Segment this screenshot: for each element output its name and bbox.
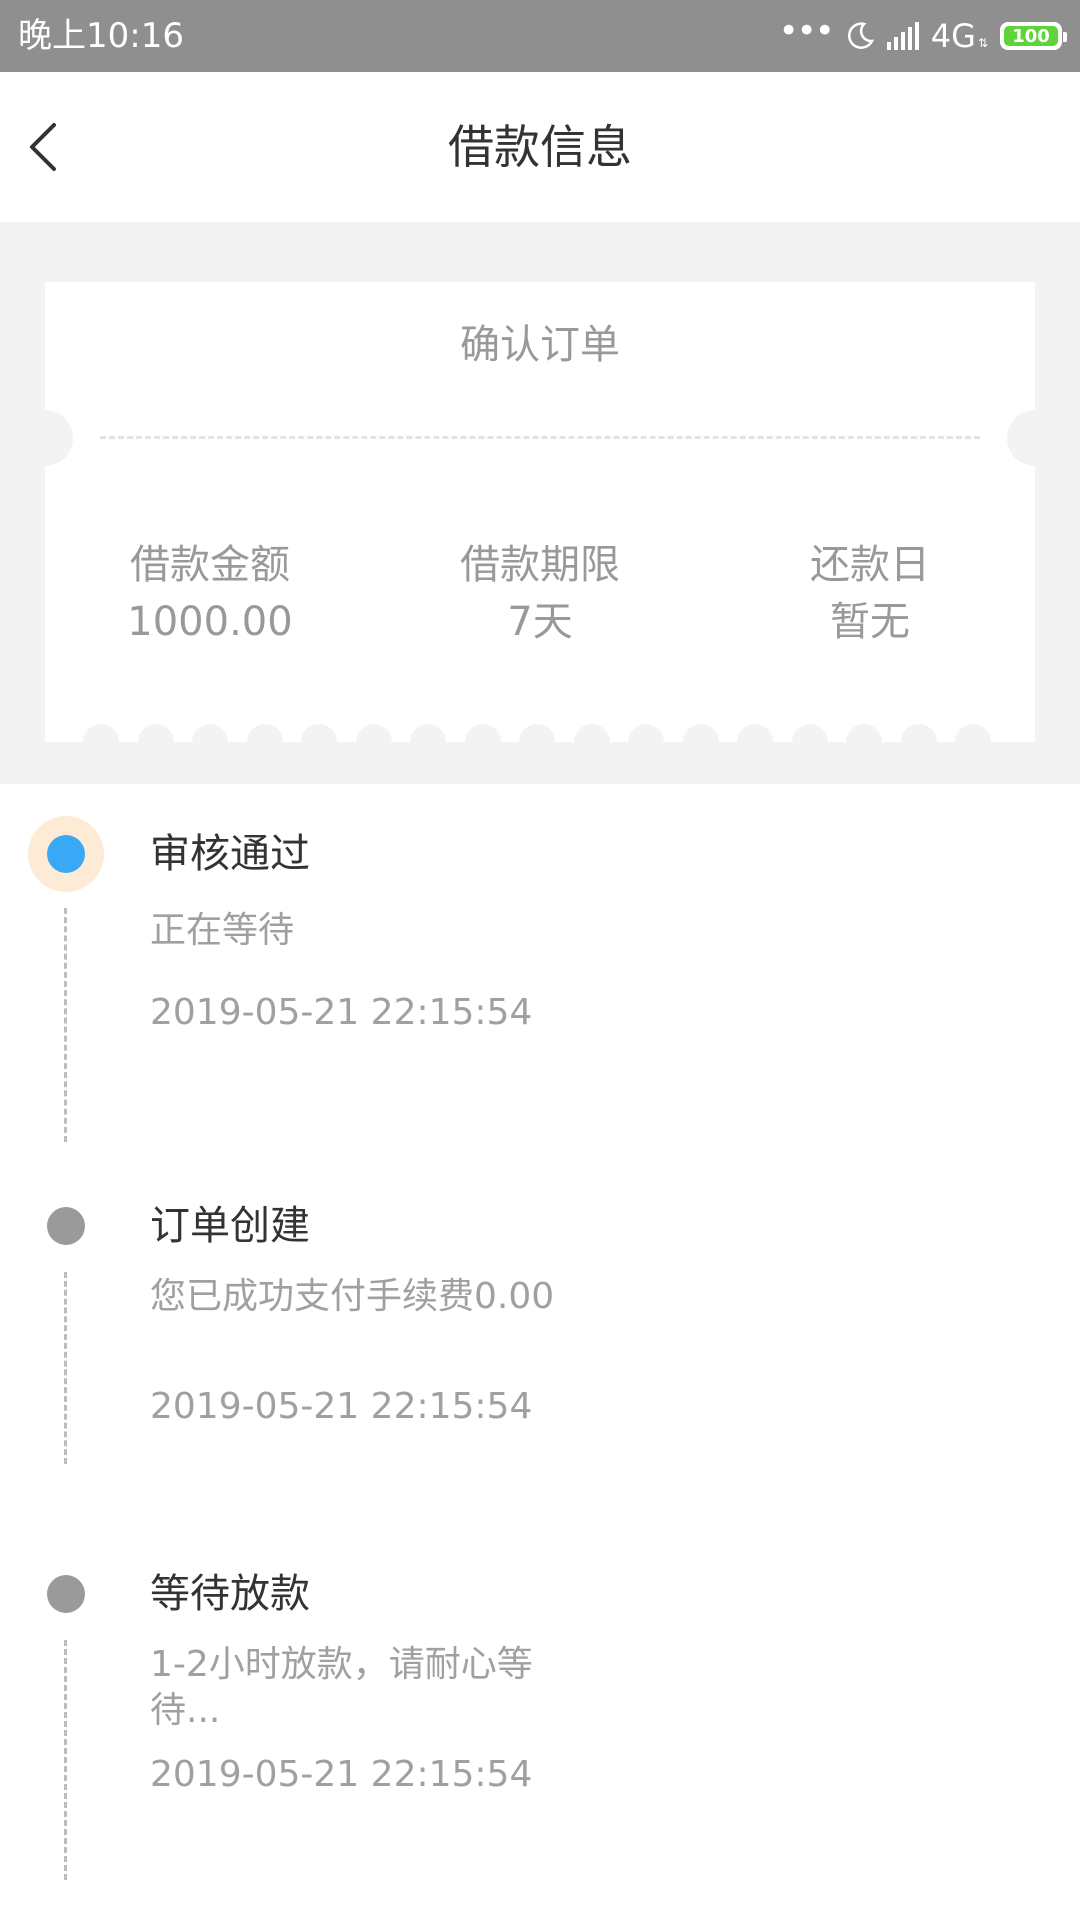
ticket-divider <box>100 436 980 439</box>
ticket-scallop <box>682 724 719 760</box>
ticket-scallop <box>846 724 882 760</box>
page-title: 借款信息 <box>448 120 632 174</box>
network-type: 4G <box>930 17 976 55</box>
ticket-scallop-edge <box>45 724 1035 764</box>
ticket-scallop <box>628 724 664 760</box>
ticket-columns: 借款金额 1000.00 借款期限 7天 还款日 暂无 <box>45 537 1035 651</box>
ticket-scallop <box>573 724 610 760</box>
ticket-notch-left <box>17 410 73 466</box>
repayment-date: 还款日 暂无 <box>705 537 1035 651</box>
ticket-scallop <box>355 724 392 760</box>
timeline-title: 审核通过 <box>150 831 310 877</box>
timeline-desc: 1-2小时放款，请耐心等待... <box>150 1644 533 1731</box>
battery-level: 100 <box>1004 26 1058 47</box>
inactive-dot <box>47 1207 85 1245</box>
ticket-scallop <box>737 724 773 760</box>
moon-icon <box>847 22 874 49</box>
chevron-left-icon <box>30 123 56 171</box>
loan-term: 借款期限 7天 <box>375 537 705 651</box>
ticket-scallop <box>301 724 337 760</box>
active-dot-halo <box>28 816 104 892</box>
timeline-time: 2019-05-21 22:15:54 <box>150 1386 533 1427</box>
ticket-scallop <box>246 724 283 760</box>
ticket-scallop <box>900 724 937 760</box>
timeline-status-dot <box>28 1206 104 1246</box>
timeline-connector <box>64 908 67 1142</box>
timeline-connector <box>64 1272 67 1464</box>
loan-amount-value: 1000.00 <box>127 599 293 645</box>
signal-icon <box>886 22 919 50</box>
timeline-title: 订单创建 <box>150 1203 310 1249</box>
ticket-scallop <box>410 724 446 760</box>
loan-amount-label: 借款金额 <box>130 542 290 588</box>
timeline-connector <box>64 1640 67 1880</box>
status-bar: 晚上10:16 ••• 4G ⇅ 100 <box>0 0 1080 72</box>
loan-amount: 借款金额 1000.00 <box>45 537 375 651</box>
status-time: 晚上10:16 <box>18 16 184 56</box>
repayment-date-label: 还款日 <box>810 542 930 588</box>
timeline-status-dot <box>28 1574 104 1614</box>
loan-term-label: 借款期限 <box>460 542 620 588</box>
order-ticket: 确认订单 借款金额 1000.00 借款期限 7天 还款日 暂无 <box>17 282 1063 760</box>
ticket-scallop <box>83 724 119 760</box>
timeline-desc: 您已成功支付手续费0.00 <box>150 1276 555 1317</box>
ticket-scallop <box>791 724 828 760</box>
timeline-status-dot <box>28 816 104 892</box>
ticket-notch-right <box>1007 410 1063 466</box>
nav-bar: 借款信息 <box>0 72 1080 222</box>
repayment-date-value: 暂无 <box>830 599 910 645</box>
timeline-time: 2019-05-21 22:15:54 <box>150 1754 533 1795</box>
timeline-desc: 正在等待 <box>150 910 295 951</box>
data-arrows-icon: ⇅ <box>977 36 988 50</box>
loan-term-value: 7天 <box>507 599 573 645</box>
inactive-dot <box>47 1575 85 1613</box>
ticket-title: 确认订单 <box>460 322 620 368</box>
ticket-scallop <box>519 724 555 760</box>
ticket-scallop <box>464 724 501 760</box>
ticket-scallop <box>192 724 228 760</box>
battery-icon: 100 <box>1000 22 1067 50</box>
summary-area: 确认订单 借款金额 1000.00 借款期限 7天 还款日 暂无 <box>0 222 1080 784</box>
status-icons: ••• 4G ⇅ 100 <box>778 11 1067 58</box>
back-button[interactable] <box>20 117 80 177</box>
ticket-scallop <box>955 724 991 760</box>
timeline-title: 等待放款 <box>150 1571 310 1617</box>
timeline-time: 2019-05-21 22:15:54 <box>150 992 533 1033</box>
ticket-scallop <box>137 724 174 760</box>
more-dots-icon: ••• <box>778 11 835 51</box>
active-dot <box>47 835 85 873</box>
